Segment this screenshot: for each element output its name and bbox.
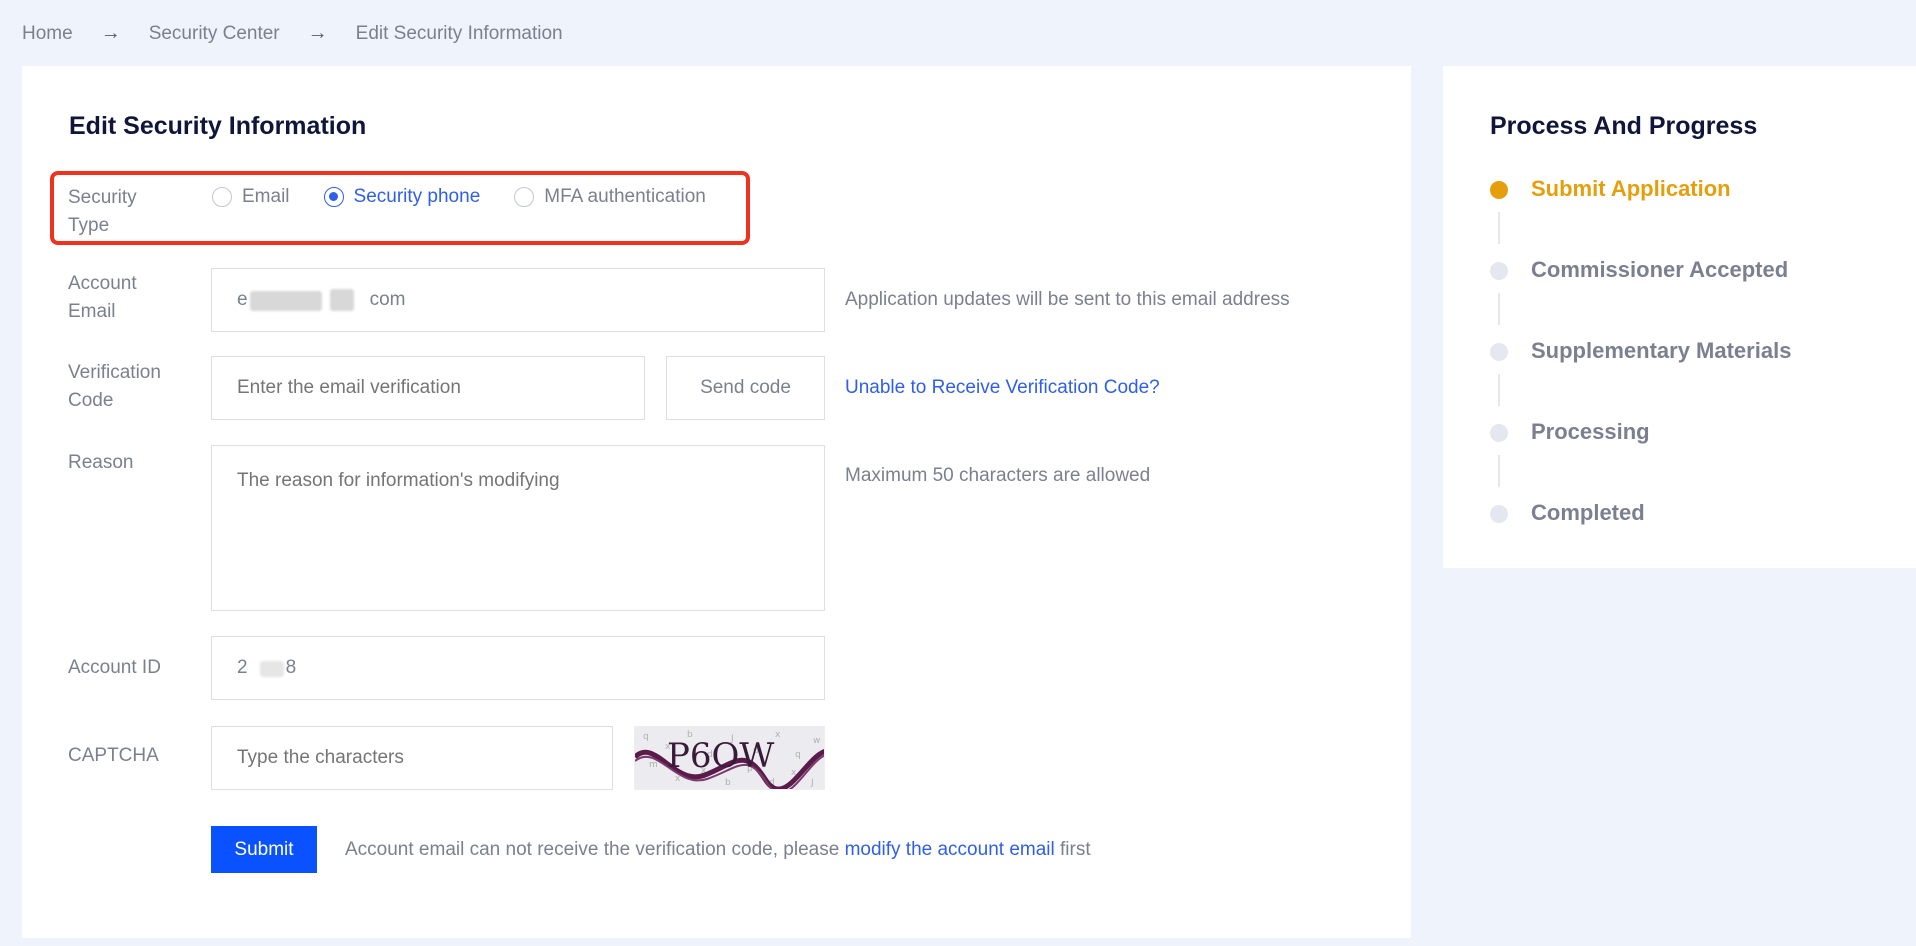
svg-text:x: x <box>775 730 781 740</box>
reason-label: Reason <box>68 452 134 473</box>
security-type-radio-group: Email Security phone MFA authentication <box>212 186 740 208</box>
svg-text:q: q <box>643 732 649 742</box>
footer-note: Account email can not receive the verifi… <box>345 839 1091 861</box>
redacted-mask <box>250 291 322 311</box>
account-id-field: 2 8 <box>211 636 825 700</box>
form-title: Edit Security Information <box>69 112 367 140</box>
account-email-value-start: e <box>237 289 248 310</box>
step-label: Submit Application <box>1531 176 1731 201</box>
captcha-graphic: qxb dJp xqw mxx bpd xJ P6OW <box>635 727 824 789</box>
captcha-image[interactable]: qxb dJp xqw mxx bpd xJ P6OW <box>634 726 825 790</box>
verification-code-input[interactable] <box>211 356 645 420</box>
step-connector <box>1498 455 1500 487</box>
captcha-text: P6OW <box>667 736 774 776</box>
radio-mfa[interactable]: MFA authentication <box>514 186 706 208</box>
svg-text:m: m <box>649 760 658 770</box>
edit-security-form-card: Edit Security Information Security Type … <box>22 66 1411 938</box>
svg-text:b: b <box>725 778 731 788</box>
radio-email[interactable]: Email <box>212 186 290 208</box>
step-active-dot-icon <box>1490 181 1508 199</box>
account-email-field[interactable]: e com <box>211 268 825 332</box>
step-label: Processing <box>1531 419 1650 444</box>
radio-email-label: Email <box>242 186 290 207</box>
radio-mfa-label: MFA authentication <box>544 186 706 207</box>
step-connector <box>1498 293 1500 325</box>
step-dot-icon <box>1490 505 1508 523</box>
account-email-value-end: com <box>369 289 406 310</box>
step-connector <box>1498 212 1500 244</box>
progress-step: Commissioner Accepted <box>1490 257 1791 338</box>
step-label: Completed <box>1531 500 1645 525</box>
step-dot-icon <box>1490 424 1508 442</box>
svg-text:q: q <box>795 750 801 760</box>
radio-email-circle[interactable] <box>212 187 232 207</box>
progress-step: Supplementary Materials <box>1490 338 1791 419</box>
account-id-value-end: 8 <box>285 657 297 678</box>
send-code-button[interactable]: Send code <box>666 356 825 420</box>
security-type-label: Security Type <box>68 187 137 236</box>
breadcrumb-home[interactable]: Home <box>22 23 73 45</box>
step-label: Commissioner Accepted <box>1531 257 1789 282</box>
arrow-right-icon: → <box>307 22 328 44</box>
footer-note-text: Account email can not receive the verifi… <box>345 839 840 860</box>
submit-button[interactable]: Submit <box>211 826 317 873</box>
account-id-label: Account ID <box>68 657 161 678</box>
step-dot-icon <box>1490 343 1508 361</box>
redacted-mask <box>330 289 354 311</box>
step-dot-icon <box>1490 262 1508 280</box>
svg-text:w: w <box>813 736 820 746</box>
breadcrumb-security-center[interactable]: Security Center <box>149 23 280 45</box>
redacted-mask <box>260 661 284 677</box>
progress-card: Process And Progress Submit Application … <box>1443 66 1916 568</box>
footer-note-text-end: first <box>1060 839 1091 860</box>
step-connector <box>1498 374 1500 406</box>
radio-security-phone[interactable]: Security phone <box>323 186 481 208</box>
svg-text:J: J <box>810 778 814 788</box>
captcha-label: CAPTCHA <box>68 745 159 766</box>
reason-hint: Maximum 50 characters are allowed <box>845 465 1151 486</box>
radio-security-phone-circle[interactable] <box>323 187 344 207</box>
arrow-right-icon: → <box>100 22 121 44</box>
progress-step: Processing <box>1490 419 1791 500</box>
account-email-label: Account Email <box>68 273 137 322</box>
reason-textarea[interactable] <box>211 445 825 611</box>
radio-mfa-circle[interactable] <box>514 187 535 207</box>
step-label: Supplementary Materials <box>1531 338 1792 363</box>
progress-step: Completed <box>1490 500 1791 581</box>
account-id-value-start: 2 <box>237 657 248 678</box>
breadcrumb-current: Edit Security Information <box>355 22 563 44</box>
radio-security-phone-label: Security phone <box>353 186 481 207</box>
progress-step: Submit Application <box>1490 176 1791 257</box>
account-email-hint: Application updates will be sent to this… <box>845 289 1290 310</box>
unable-receive-code-link[interactable]: Unable to Receive Verification Code? <box>845 377 1160 399</box>
modify-account-email-link[interactable]: modify the account email <box>845 839 1055 860</box>
progress-steps: Submit Application Commissioner Accepted… <box>1490 176 1791 581</box>
breadcrumb: Home → Security Center → Edit Security I… <box>22 22 563 45</box>
verification-code-label: Verification Code <box>68 362 161 411</box>
progress-title: Process And Progress <box>1490 112 1758 140</box>
captcha-input[interactable] <box>211 726 613 790</box>
